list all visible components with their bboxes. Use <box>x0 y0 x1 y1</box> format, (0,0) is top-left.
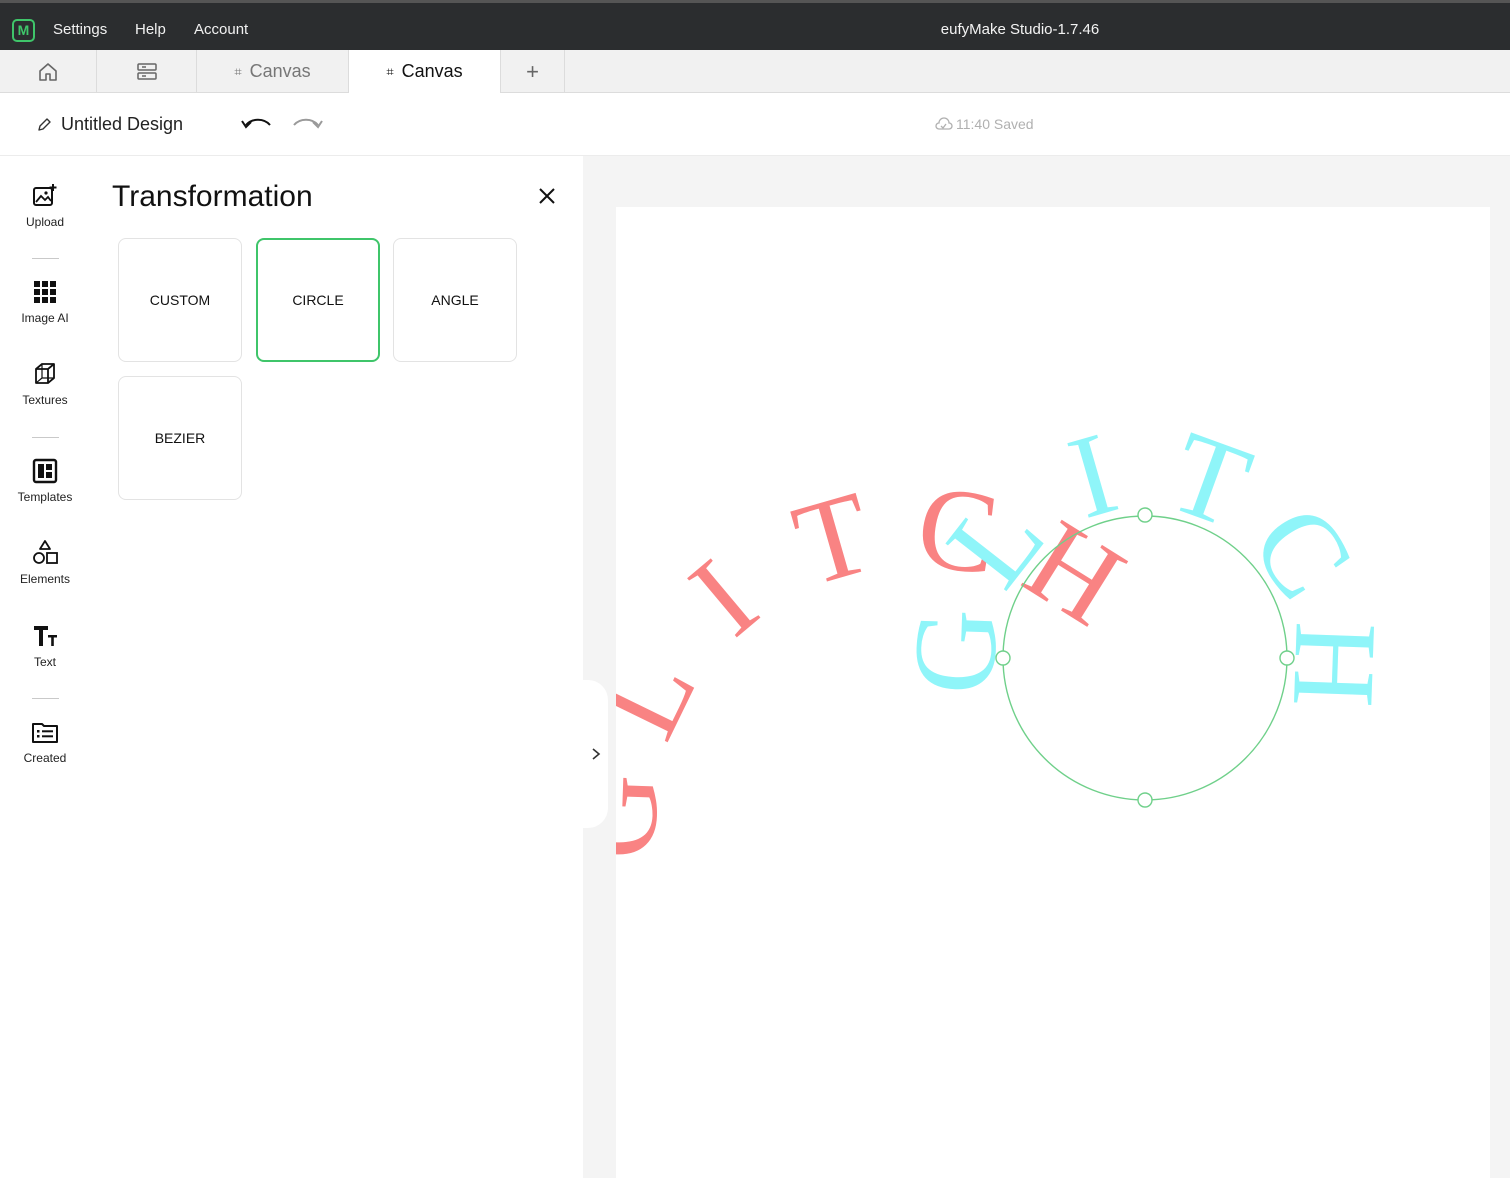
rail-textures[interactable]: Textures <box>0 360 90 407</box>
title-bar: M Settings Help Account eufyMake Studio-… <box>0 0 1510 50</box>
folder-list-icon <box>32 723 58 743</box>
glyph-letter: T <box>781 466 886 612</box>
app-title: eufyMake Studio-1.7.46 <box>940 21 1100 38</box>
save-status: 11:40 Saved <box>934 116 1034 132</box>
rail-templates-label: Templates <box>17 490 73 504</box>
design-toolbar: Untitled Design 11:40 Saved <box>0 93 1510 156</box>
option-custom[interactable]: CUSTOM <box>118 238 242 362</box>
cube-icon <box>35 363 55 384</box>
layers-icon <box>136 62 157 80</box>
templates-icon <box>32 458 58 484</box>
cyan-glitch-text[interactable]: GLI TCH <box>888 406 1402 710</box>
rail-created[interactable]: Created <box>0 718 90 765</box>
tab-layers[interactable] <box>97 50 197 93</box>
rail-divider <box>32 437 59 438</box>
rail-upload-label: Upload <box>25 215 65 229</box>
transformation-panel: Transformation CUSTOM CIRCLE ANGLE BEZIE… <box>90 156 583 1178</box>
glyph-letter: I <box>666 534 780 660</box>
tab-canvas-1-label: Canvas <box>249 61 311 81</box>
tab-canvas-2-label: Canvas <box>401 61 463 81</box>
transform-handle-left[interactable] <box>995 650 1011 666</box>
canvas-icon: ⌗ <box>386 63 394 79</box>
chevron-right-icon <box>591 748 600 760</box>
save-status-label: 11:40 Saved <box>956 116 1034 132</box>
option-bezier[interactable]: BEZIER <box>118 376 242 500</box>
rail-image-ai[interactable]: Image AI <box>0 278 90 325</box>
rail-text[interactable]: Text <box>0 622 90 669</box>
red-glitch-text[interactable]: GLI T CH <box>616 460 1146 862</box>
canvas-icon: ⌗ <box>234 63 242 79</box>
option-circle[interactable]: CIRCLE <box>256 238 380 362</box>
rail-elements[interactable]: Elements <box>0 539 90 586</box>
rail-elements-label: Elements <box>19 572 71 586</box>
grid-icon <box>34 281 56 303</box>
design-name-label: Untitled Design <box>61 114 184 134</box>
tab-canvas-2[interactable]: ⌗ Canvas <box>349 50 501 93</box>
glyph-letter: L <box>616 634 721 756</box>
shapes-icon <box>33 540 58 564</box>
tab-canvas-1[interactable]: ⌗ Canvas <box>197 50 349 93</box>
rail-divider <box>32 258 59 259</box>
pencil-icon <box>38 117 51 131</box>
rail-created-label: Created <box>23 751 67 765</box>
panel-title: Transformation <box>112 180 313 213</box>
redo-icon[interactable] <box>290 113 324 135</box>
rail-textures-label: Textures <box>22 393 68 407</box>
text-icon <box>34 626 57 646</box>
option-angle[interactable]: ANGLE <box>393 238 517 362</box>
glyph-letter: C <box>1226 483 1379 622</box>
undo-icon[interactable] <box>240 113 274 135</box>
left-rail: Upload Image AI Textures Templates Eleme… <box>0 156 90 1178</box>
design-canvas[interactable]: GLI T CH GLI TCH <box>616 207 1490 1178</box>
tab-bar: ⌗ Canvas ⌗ Canvas + <box>0 50 1510 93</box>
rail-templates[interactable]: Templates <box>0 457 90 504</box>
rail-divider <box>32 698 59 699</box>
transform-handle-right[interactable] <box>1279 650 1295 666</box>
transform-handle-bottom[interactable] <box>1137 792 1153 808</box>
plus-icon: + <box>526 58 539 84</box>
rail-text-label: Text <box>33 655 56 669</box>
cloud-check-icon <box>935 117 953 130</box>
design-name[interactable]: Untitled Design <box>36 114 183 135</box>
close-icon[interactable] <box>537 186 557 206</box>
home-icon <box>39 62 57 81</box>
transform-handle-top[interactable] <box>1137 507 1153 523</box>
rail-upload[interactable]: Upload <box>0 182 90 229</box>
collapse-panel-button[interactable] <box>583 680 608 828</box>
glyph-letter: G <box>616 772 683 862</box>
rail-image-ai-label: Image AI <box>21 311 69 325</box>
tab-home[interactable] <box>0 50 97 93</box>
add-tab-button[interactable]: + <box>501 50 565 93</box>
upload-image-icon <box>33 184 57 206</box>
